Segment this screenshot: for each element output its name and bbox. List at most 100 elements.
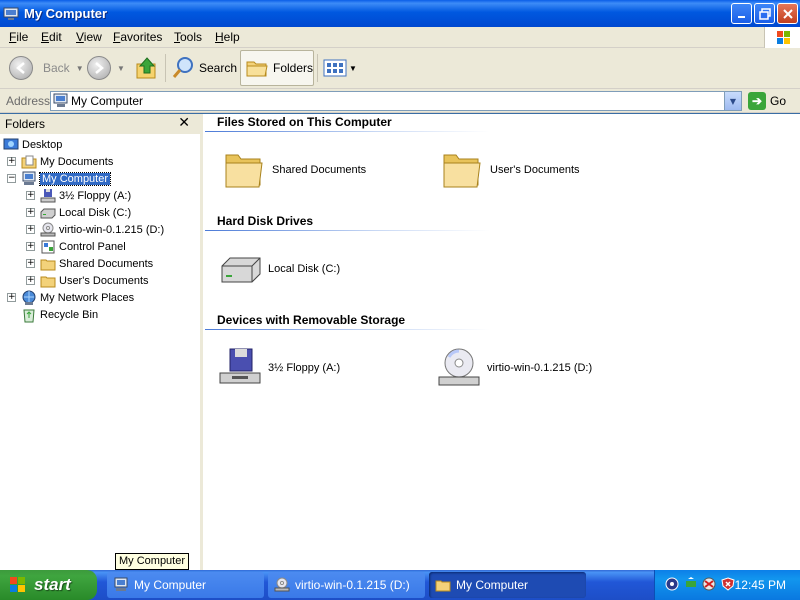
menu-tools[interactable]: Tools bbox=[174, 30, 202, 44]
expand-toggle[interactable]: + bbox=[26, 276, 35, 285]
go-button[interactable]: ➔ Go bbox=[748, 92, 786, 110]
folders-button[interactable]: Folders bbox=[240, 50, 314, 86]
taskbar-button-cd-drive[interactable]: virtio-win-0.1.215 (D:) bbox=[268, 572, 425, 598]
go-arrow-icon: ➔ bbox=[748, 92, 766, 110]
maximize-button[interactable] bbox=[754, 3, 775, 24]
tree-item-desktop[interactable]: Desktop bbox=[3, 136, 62, 153]
search-icon bbox=[172, 57, 193, 78]
cd-drive-icon bbox=[274, 577, 290, 592]
safely-remove-hardware-icon[interactable] bbox=[684, 577, 698, 591]
tree-label: Shared Documents bbox=[59, 257, 154, 270]
tree-label: Desktop bbox=[22, 138, 63, 151]
search-button[interactable]: Search bbox=[171, 48, 237, 88]
group-title-removable: Devices with Removable Storage bbox=[217, 313, 406, 327]
tree-item-network-places[interactable]: My Network Places bbox=[21, 289, 134, 306]
collapse-toggle[interactable]: − bbox=[7, 174, 16, 183]
security-shield-icon[interactable] bbox=[721, 577, 735, 591]
item-label: Shared Documents bbox=[272, 164, 367, 176]
tree-label: My Network Places bbox=[40, 291, 135, 304]
folder-icon bbox=[40, 259, 56, 270]
menu-file[interactable]: File bbox=[9, 30, 28, 44]
tree-label: Recycle Bin bbox=[40, 308, 99, 321]
task-label: My Computer bbox=[456, 578, 529, 592]
menu-view[interactable]: View bbox=[76, 30, 102, 44]
folder-icon bbox=[443, 154, 481, 188]
hard-disk-icon bbox=[221, 257, 261, 283]
cd-drive-icon bbox=[438, 348, 480, 386]
close-folders-pane-icon[interactable]: ✕ bbox=[178, 115, 190, 131]
recycle-bin-icon bbox=[23, 309, 35, 322]
back-button[interactable]: Back ▼ bbox=[9, 48, 84, 88]
restore-icon bbox=[758, 7, 771, 20]
system-tray: 12:45 PM bbox=[654, 570, 800, 600]
item-label: Local Disk (C:) bbox=[268, 263, 341, 275]
tree-item-my-computer[interactable]: My Computer bbox=[21, 170, 112, 187]
address-dropdown-button[interactable]: ▼ bbox=[724, 92, 741, 110]
expand-toggle[interactable]: + bbox=[26, 242, 35, 251]
folder-icon bbox=[40, 276, 56, 287]
expand-toggle[interactable]: + bbox=[26, 191, 35, 200]
close-button[interactable] bbox=[777, 3, 798, 24]
group-divider bbox=[205, 131, 490, 132]
tree-item-floppy[interactable]: 3½ Floppy (A:) bbox=[40, 187, 131, 204]
start-button[interactable]: start bbox=[0, 570, 97, 600]
forward-dropdown-icon: ▼ bbox=[117, 63, 125, 73]
tree-item-users-documents[interactable]: User's Documents bbox=[40, 272, 149, 289]
expand-toggle[interactable]: + bbox=[7, 293, 16, 302]
forward-button[interactable]: ▼ bbox=[87, 48, 125, 88]
expand-toggle[interactable]: + bbox=[26, 208, 35, 217]
views-dropdown-icon: ▼ bbox=[349, 63, 357, 73]
task-label: virtio-win-0.1.215 (D:) bbox=[295, 578, 410, 592]
up-folder-button[interactable] bbox=[135, 48, 159, 88]
tree-item-control-panel[interactable]: Control Panel bbox=[40, 238, 126, 255]
clock: 12:45 PM bbox=[734, 578, 786, 592]
tooltip: My Computer bbox=[115, 553, 190, 570]
taskbar-button-my-computer-active[interactable]: My Computer bbox=[429, 572, 586, 598]
cd-drive-icon bbox=[40, 222, 56, 236]
tray-app-icon[interactable] bbox=[665, 577, 679, 591]
group-divider bbox=[205, 329, 490, 330]
minimize-button[interactable] bbox=[731, 3, 752, 24]
windows-flag-icon bbox=[10, 577, 25, 592]
item-users-documents[interactable]: User's Documents bbox=[440, 149, 580, 191]
expand-toggle[interactable]: + bbox=[26, 225, 35, 234]
address-label: Address bbox=[6, 94, 51, 108]
tree-item-local-disk[interactable]: Local Disk (C:) bbox=[40, 204, 131, 221]
window-title: My Computer bbox=[24, 6, 108, 21]
menu-bar: File Edit View Favorites Tools Help bbox=[0, 27, 800, 48]
title-bar[interactable]: My Computer bbox=[0, 0, 800, 27]
windows-logo bbox=[764, 27, 800, 48]
menu-edit[interactable]: Edit bbox=[41, 30, 62, 44]
floppy-drive-icon bbox=[219, 348, 261, 384]
views-button[interactable]: ▼ bbox=[323, 48, 357, 88]
folders-icon bbox=[246, 61, 268, 77]
menu-favorites[interactable]: Favorites bbox=[113, 30, 162, 44]
item-local-disk[interactable]: Local Disk (C:) bbox=[218, 248, 340, 290]
network-icon[interactable] bbox=[702, 577, 716, 591]
tree-item-recycle-bin[interactable]: Recycle Bin bbox=[21, 306, 98, 323]
expand-toggle[interactable]: + bbox=[26, 259, 35, 268]
tree-label: My Documents bbox=[40, 155, 114, 168]
back-label: Back bbox=[43, 61, 70, 75]
item-cd-drive[interactable]: virtio-win-0.1.215 (D:) bbox=[437, 347, 592, 389]
item-shared-documents[interactable]: Shared Documents bbox=[222, 149, 366, 191]
address-field[interactable]: My Computer ▼ bbox=[50, 91, 742, 111]
tree-item-my-documents[interactable]: My Documents bbox=[21, 153, 113, 170]
back-arrow-icon bbox=[9, 56, 33, 80]
group-divider bbox=[205, 230, 490, 231]
tree-item-cd-drive[interactable]: virtio-win-0.1.215 (D:) bbox=[40, 221, 164, 238]
taskbar-button-my-computer[interactable]: My Computer bbox=[107, 572, 264, 598]
tree-item-shared-documents[interactable]: Shared Documents bbox=[40, 255, 153, 272]
folders-pane: Folders ✕ Desktop + My Documents − My Co… bbox=[0, 114, 203, 570]
windows-flag-icon bbox=[777, 31, 790, 44]
search-label: Search bbox=[199, 61, 238, 75]
start-label: start bbox=[34, 575, 71, 594]
my-computer-icon bbox=[53, 93, 68, 107]
item-floppy[interactable]: 3½ Floppy (A:) bbox=[218, 347, 340, 389]
expand-toggle[interactable]: + bbox=[7, 157, 16, 166]
menu-help[interactable]: Help bbox=[215, 30, 240, 44]
folders-label: Folders bbox=[273, 61, 314, 75]
task-label: My Computer bbox=[134, 578, 207, 592]
tree-label: User's Documents bbox=[59, 274, 149, 287]
folder-icon bbox=[435, 580, 451, 592]
